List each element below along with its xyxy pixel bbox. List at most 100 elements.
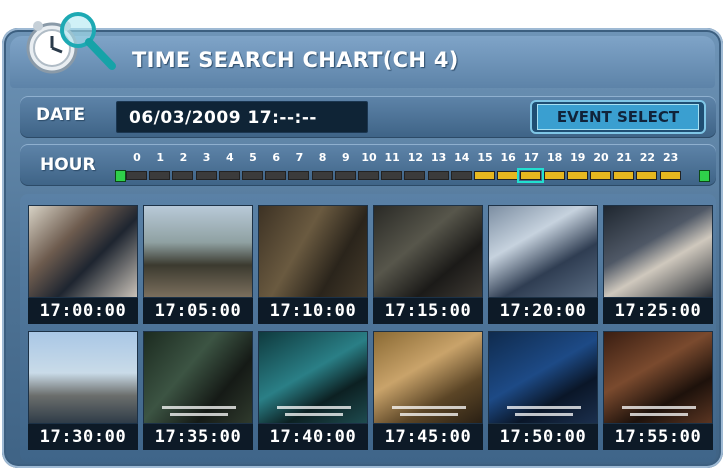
hour-slot-7[interactable] xyxy=(288,171,310,180)
hour-number-0: 0 xyxy=(133,151,141,164)
thumbnail-time: 17:25:00 xyxy=(603,298,713,324)
thumbnail-time: 17:55:00 xyxy=(603,424,713,450)
hour-number-scale: 0 1 2 3 4 5 6 7 8 9 10 11 12 13 14 15 16 17 18 19 20 21 22 23 xyxy=(130,151,690,165)
hour-number-9: 9 xyxy=(341,151,350,164)
thumbnail-image xyxy=(603,205,713,298)
thumbnail-time: 17:30:00 xyxy=(28,424,138,450)
hour-slot-20[interactable] xyxy=(590,171,611,180)
hour-slot-9[interactable] xyxy=(334,171,356,180)
hour-slot-18[interactable] xyxy=(543,171,565,180)
hour-number-5: 5 xyxy=(249,151,257,164)
hour-slot-17[interactable] xyxy=(517,168,545,183)
hour-slot-11[interactable] xyxy=(381,171,403,180)
hour-number-20: 20 xyxy=(593,151,609,164)
thumbnail-time: 17:05:00 xyxy=(143,298,253,324)
hour-slot-6[interactable] xyxy=(265,171,287,180)
hour-slot-5[interactable] xyxy=(242,171,263,180)
thumbnail-item[interactable]: 17:25:00 xyxy=(603,205,713,325)
timeline-end-marker[interactable] xyxy=(699,170,710,182)
thumbnail-item[interactable]: 17:35:00 xyxy=(143,331,253,451)
hour-label: HOUR xyxy=(40,155,96,175)
hour-number-7: 7 xyxy=(295,151,304,164)
hour-number-18: 18 xyxy=(546,151,563,164)
event-select-button[interactable]: EVENT SELECT xyxy=(530,100,706,134)
thumbnail-time: 17:00:00 xyxy=(28,298,138,324)
hour-slot-23[interactable] xyxy=(659,171,681,180)
thumbnail-time: 17:10:00 xyxy=(258,298,368,324)
thumbnail-image xyxy=(373,205,483,298)
thumbnail-time: 17:40:00 xyxy=(258,424,368,450)
hour-slot-0[interactable] xyxy=(126,171,147,180)
hour-slot-22[interactable] xyxy=(636,171,658,180)
timeline-start-marker[interactable] xyxy=(115,170,126,182)
hour-slot-21[interactable] xyxy=(613,171,635,180)
page-title: TIME SEARCH CHART(CH 4) xyxy=(132,48,459,72)
thumbnail-time: 17:20:00 xyxy=(488,298,598,324)
subtitle-line xyxy=(285,413,343,416)
hour-number-15: 15 xyxy=(477,151,493,164)
subtitle-line xyxy=(622,406,696,409)
hour-slot-16[interactable] xyxy=(497,171,519,180)
subtitle-line xyxy=(507,406,581,409)
thumbnail-image xyxy=(488,205,598,298)
hour-slot-2[interactable] xyxy=(172,171,194,180)
thumbnail-item[interactable]: 17:20:00 xyxy=(488,205,598,325)
thumbnail-image xyxy=(143,331,253,424)
hour-number-22: 22 xyxy=(639,151,656,164)
thumbnail-time: 17:15:00 xyxy=(373,298,483,324)
hour-number-1: 1 xyxy=(156,151,165,164)
thumbnail-item[interactable]: 17:50:00 xyxy=(488,331,598,451)
hour-slot-15[interactable] xyxy=(474,171,495,180)
thumbnail-time: 17:35:00 xyxy=(143,424,253,450)
thumbnail-item[interactable]: 17:15:00 xyxy=(373,205,483,325)
hour-number-6: 6 xyxy=(272,151,281,164)
subtitle-line xyxy=(630,413,688,416)
hour-number-13: 13 xyxy=(430,151,447,164)
date-label: DATE xyxy=(36,105,86,125)
hour-slot-1[interactable] xyxy=(149,171,171,180)
hour-number-12: 12 xyxy=(407,151,424,164)
thumbnail-image xyxy=(373,331,483,424)
hour-slot-14[interactable] xyxy=(450,171,472,180)
thumbnail-item[interactable]: 17:00:00 xyxy=(28,205,138,325)
thumbnail-item[interactable]: 17:05:00 xyxy=(143,205,253,325)
hour-number-14: 14 xyxy=(454,151,470,164)
hour-slot-3[interactable] xyxy=(195,171,217,180)
hour-number-3: 3 xyxy=(202,151,211,164)
hour-timeline[interactable] xyxy=(115,168,710,183)
subtitle-line xyxy=(277,406,351,409)
thumbnail-time: 17:45:00 xyxy=(373,424,483,450)
thumbnail-time: 17:50:00 xyxy=(488,424,598,450)
thumbnail-item[interactable]: 17:30:00 xyxy=(28,331,138,451)
thumbnail-image xyxy=(603,331,713,424)
hour-slot-19[interactable] xyxy=(566,171,588,180)
thumbnail-image xyxy=(143,205,253,298)
thumbnail-image xyxy=(488,331,598,424)
clock-magnifier-icon xyxy=(16,6,126,76)
hour-number-2: 2 xyxy=(179,151,188,164)
hour-slot-13[interactable] xyxy=(427,171,449,180)
subtitle-line xyxy=(392,406,466,409)
hour-slot-4[interactable] xyxy=(218,171,240,180)
hour-slot-8[interactable] xyxy=(311,171,333,180)
thumbnail-image xyxy=(258,205,368,298)
hour-number-17: 17 xyxy=(523,151,540,164)
hour-slot-12[interactable] xyxy=(404,171,426,180)
hour-slot-10[interactable] xyxy=(358,171,379,180)
subtitle-line xyxy=(170,413,228,416)
thumbnail-item[interactable]: 17:45:00 xyxy=(373,331,483,451)
hour-number-23: 23 xyxy=(662,151,679,164)
subtitle-line xyxy=(400,413,458,416)
hour-number-21: 21 xyxy=(616,151,632,164)
thumbnail-image xyxy=(28,331,138,424)
hour-number-19: 19 xyxy=(570,151,586,164)
thumbnail-item[interactable]: 17:55:00 xyxy=(603,331,713,451)
thumbnail-item[interactable]: 17:10:00 xyxy=(258,205,368,325)
thumbnail-item[interactable]: 17:40:00 xyxy=(258,331,368,451)
hour-number-16: 16 xyxy=(500,151,516,164)
thumbnail-image xyxy=(258,331,368,424)
hour-number-10: 10 xyxy=(361,151,377,164)
date-field[interactable]: 06/03/2009 17:--:-- xyxy=(116,101,368,133)
subtitle-line xyxy=(515,413,573,416)
event-select-label: EVENT SELECT xyxy=(537,104,699,130)
